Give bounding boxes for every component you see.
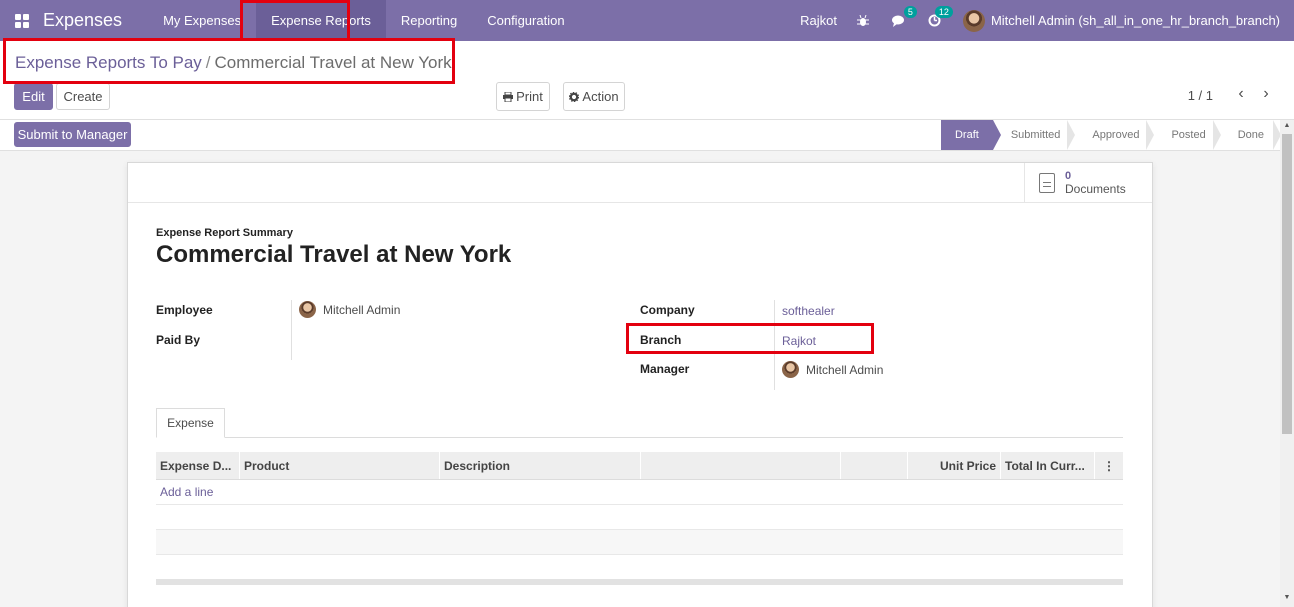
add-line-row: Add a line [156,480,1123,505]
branch-switcher[interactable]: Rajkot [800,13,837,28]
control-panel: Expense Reports To Pay / Commercial Travel… [0,41,1294,120]
documents-count: 0 [1065,170,1072,182]
scroll-up-icon[interactable]: ▲ [1282,122,1292,129]
print-label: Print [516,89,543,104]
col-unit-price[interactable]: Unit Price [908,452,1001,479]
col-blank-2[interactable] [841,452,908,479]
column-options-icon[interactable]: ⋮ [1095,452,1123,479]
document-icon [1039,173,1055,193]
action-label: Action [582,89,619,104]
chat-badge: 5 [903,5,917,18]
table-row [156,505,1123,530]
menu-expense-reports[interactable]: Expense Reports [256,0,386,41]
paid-by-label: Paid By [156,333,201,347]
scroll-down-icon[interactable]: ▼ [1282,594,1292,601]
breadcrumb-current: Commercial Travel at New York [214,53,452,72]
table-header: Expense D... Product Description Unit Pr… [156,452,1123,480]
stage-draft: Draft [940,120,1001,150]
left-group-divider [291,300,292,360]
scroll-thumb[interactable] [1282,134,1292,434]
chat-icon[interactable]: 5 [891,5,917,29]
col-product[interactable]: Product [240,452,440,479]
record-title[interactable]: Commercial Travel at New York [156,241,511,269]
table-footer [156,579,1123,585]
print-button[interactable]: Print [496,82,550,111]
status-bar: Submit to Manager Draft Submitted Approv… [0,120,1282,151]
button-box: 0 Documents [128,163,1152,203]
breadcrumb-parent[interactable]: Expense Reports To Pay [15,53,202,72]
pager-value[interactable]: 1 / 1 [1188,88,1213,103]
company-field[interactable]: softhealer [782,304,835,318]
summary-label: Expense Report Summary [156,227,293,239]
manager-value: Mitchell Admin [806,362,884,377]
scrollbar[interactable]: ▲ ▼ [1280,120,1294,607]
user-menu[interactable]: Mitchell Admin (sh_all_in_one_hr_branch_… [991,13,1280,28]
edit-button[interactable]: Edit [14,83,53,110]
employee-avatar [299,301,316,318]
stage-approved: Approved [1074,120,1155,150]
col-description[interactable]: Description [440,452,641,479]
submit-to-manager-button[interactable]: Submit to Manager [14,122,131,147]
col-blank-1[interactable] [641,452,841,479]
pager-next-icon[interactable]: › [1259,86,1273,102]
manager-label: Manager [640,362,690,376]
documents-smart-button[interactable]: 0 Documents [1024,163,1152,203]
documents-label: Documents [1065,182,1126,196]
manager-avatar [782,361,799,378]
activity-badge: 12 [934,5,953,18]
action-button[interactable]: Action [563,82,625,111]
add-line-link[interactable]: Add a line [156,480,1123,505]
branch-field[interactable]: Rajkot [782,334,816,348]
stage-posted: Posted [1153,120,1221,150]
activity-icon[interactable]: 12 [927,5,953,29]
company-label: Company [640,303,695,317]
top-navbar: Expenses My Expenses Expense Reports Rep… [0,0,1294,41]
breadcrumb-separator: / [205,53,211,72]
right-group-divider [774,300,775,390]
user-avatar[interactable] [962,9,985,32]
menu-reporting[interactable]: Reporting [386,0,472,41]
expense-lines-table: Expense D... Product Description Unit Pr… [156,452,1123,585]
gear-icon [569,91,580,102]
print-icon [503,91,514,102]
table-row [156,530,1123,555]
apps-menu-icon[interactable] [15,13,29,28]
breadcrumb: Expense Reports To Pay / Commercial Travel… [15,53,452,73]
menu-my-expenses[interactable]: My Expenses [148,0,256,41]
stage-submitted: Submitted [993,120,1075,150]
bug-icon[interactable] [855,13,871,29]
pager-previous-icon[interactable]: ‹ [1234,86,1248,102]
menu-configuration[interactable]: Configuration [472,0,579,41]
employee-label: Employee [156,303,213,317]
manager-field[interactable]: Mitchell Admin [782,361,883,378]
app-brand[interactable]: Expenses [43,10,122,31]
stage-pipeline: Draft Submitted Approved Posted Done [940,120,1282,150]
tab-divider [156,437,1123,438]
col-total-in-currency[interactable]: Total In Curr... [1001,452,1095,479]
tab-expense[interactable]: Expense [156,408,225,438]
employee-field[interactable]: Mitchell Admin [299,301,400,318]
stage-done: Done [1220,120,1282,150]
employee-value: Mitchell Admin [323,302,401,317]
branch-label: Branch [640,333,682,347]
col-expense-date[interactable]: Expense D... [156,452,240,479]
create-button[interactable]: Create [56,83,110,110]
form-sheet: 0 Documents Expense Report Summary Comme… [127,162,1153,607]
